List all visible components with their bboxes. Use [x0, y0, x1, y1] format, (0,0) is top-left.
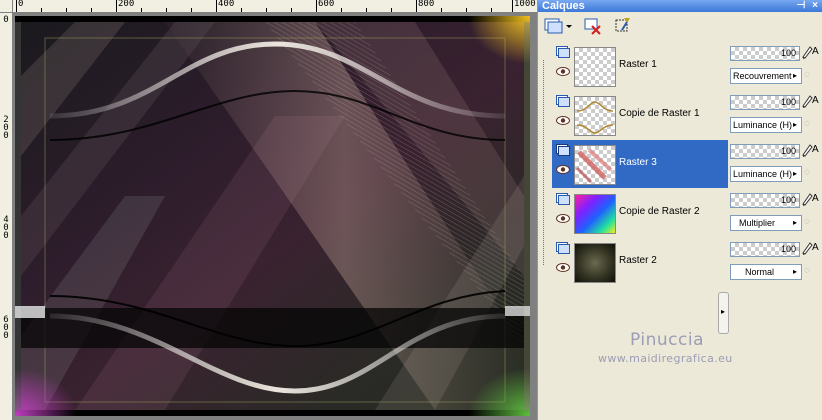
layer-name: Raster 2 [619, 255, 657, 266]
watermark: Pinuccia www.maidiregrafica.eu [588, 330, 788, 370]
layer-properties: 100 A Luminance (H) ▸ ◌ [728, 91, 822, 139]
blend-mode-select[interactable]: Recouvrement ▸ [730, 68, 802, 84]
layer-row[interactable]: Copie de Raster 2 [552, 189, 728, 237]
layer-type-icon [556, 193, 570, 205]
layer-row[interactable]: Raster 1 [552, 42, 728, 90]
ruler-top: 0 200 400 600 800 1000 [0, 0, 537, 13]
chevron-right-icon[interactable]: ▸ [790, 217, 800, 229]
layer-type-icon [556, 46, 570, 58]
mask-layer-button[interactable] [614, 16, 632, 36]
layer-type-icon [556, 242, 570, 254]
lock-icon[interactable]: A [812, 193, 819, 204]
watermark-url: www.maidiregrafica.eu [598, 352, 733, 365]
opacity-field[interactable]: 100 [730, 242, 800, 257]
layer-name: Raster 1 [619, 59, 657, 70]
image-canvas[interactable] [15, 16, 530, 416]
layer-name: Copie de Raster 2 [619, 206, 700, 217]
palette-title: Calques [542, 0, 585, 12]
blend-mode-value: Luminance (H) [733, 120, 793, 130]
watermark-name: Pinuccia [630, 330, 704, 350]
layer-list: Raster 1 Copie de Raster 1 Raster 3 Copi… [552, 42, 728, 292]
layer-thumbnail [574, 194, 616, 234]
layer-thumbnail [574, 47, 616, 87]
link-icon[interactable]: ◌ [804, 217, 814, 227]
wave-thumb-icon [576, 101, 614, 134]
link-icon[interactable]: ◌ [804, 266, 814, 276]
opacity-value: 100 [780, 146, 796, 156]
layer-properties: 100 A Recouvrement ▸ ◌ [728, 42, 822, 90]
palette-toolbar [538, 12, 822, 40]
eye-icon[interactable] [556, 165, 570, 174]
palette-title-bar[interactable]: Calques ⊣ × [538, 0, 822, 12]
layer-thumbnail [574, 96, 616, 136]
eye-icon[interactable] [556, 67, 570, 76]
ruler-left: 0 2 0 0 4 0 0 6 0 0 [0, 12, 13, 420]
layer-row-selected[interactable]: Raster 3 [552, 140, 728, 188]
layers-palette: Calques ⊣ × Raster 1 Copie de Raster 1 R… [537, 0, 822, 420]
ruler-corner [0, 0, 13, 13]
layer-row[interactable]: Raster 2 [552, 238, 728, 286]
layer-properties-column: 100 A Recouvrement ▸ ◌ 100 A Luminance (… [728, 42, 822, 292]
blend-mode-select[interactable]: Luminance (H) ▸ [730, 166, 802, 182]
blend-mode-select[interactable]: Luminance (H) ▸ [730, 117, 802, 133]
ruler-left-label: 0 [3, 15, 9, 25]
layer-properties: 100 A Luminance (H) ▸ ◌ [728, 140, 822, 188]
panel-splitter-handle[interactable]: ▸ [718, 292, 729, 334]
opacity-value: 100 [780, 48, 796, 58]
ruler-top-ticks [16, 0, 513, 12]
lock-icon[interactable]: A [812, 95, 819, 106]
eye-icon[interactable] [556, 263, 570, 272]
blend-mode-value: Multiplier [739, 218, 776, 228]
opacity-field[interactable]: 100 [730, 46, 800, 61]
layer-type-icon [556, 144, 570, 156]
chevron-right-icon[interactable]: ▸ [790, 70, 800, 82]
link-icon[interactable]: ◌ [804, 168, 814, 178]
layer-name: Copie de Raster 1 [619, 108, 700, 119]
chevron-right-icon[interactable]: ▸ [790, 119, 800, 131]
blend-mode-select[interactable]: Normal ▸ [730, 264, 802, 280]
opacity-value: 100 [780, 97, 796, 107]
new-layer-button[interactable] [544, 16, 572, 36]
layer-type-icon [556, 95, 570, 107]
blend-mode-select[interactable]: Multiplier ▸ [730, 215, 802, 231]
layer-row[interactable]: Copie de Raster 1 [552, 91, 728, 139]
ruler-left-label: 2 0 0 [3, 115, 9, 141]
layer-thumbnail [574, 145, 616, 185]
link-icon[interactable]: ◌ [804, 119, 814, 129]
pin-icon[interactable]: ⊣ [796, 0, 806, 12]
lock-icon[interactable]: A [812, 46, 819, 57]
ruler-left-label: 4 0 0 [3, 215, 9, 241]
brush-thumb-icon [575, 148, 613, 184]
layer-name: Raster 3 [619, 157, 657, 168]
opacity-field[interactable]: 100 [730, 95, 800, 110]
ruler-left-label: 6 0 0 [3, 315, 9, 341]
opacity-field[interactable]: 100 [730, 193, 800, 208]
blend-mode-value: Luminance (H) [733, 169, 793, 179]
link-icon[interactable]: ◌ [804, 70, 814, 80]
blend-mode-value: Recouvrement [733, 71, 792, 81]
opacity-value: 100 [780, 244, 796, 254]
chevron-right-icon: ▸ [721, 307, 726, 316]
opacity-field[interactable]: 100 [730, 144, 800, 159]
layer-properties: 100 A Normal ▸ ◌ [728, 238, 822, 286]
delete-layer-button[interactable] [584, 16, 602, 36]
chevron-right-icon[interactable]: ▸ [790, 266, 800, 278]
lock-icon[interactable]: A [812, 242, 819, 253]
blend-mode-value: Normal [745, 267, 775, 277]
close-icon[interactable]: × [810, 0, 820, 12]
layer-tree-line [543, 60, 545, 265]
chevron-right-icon[interactable]: ▸ [790, 168, 800, 180]
eye-icon[interactable] [556, 214, 570, 223]
opacity-value: 100 [780, 195, 796, 205]
eye-icon[interactable] [556, 116, 570, 125]
layer-thumbnail [574, 243, 616, 283]
layer-properties: 100 A Multiplier ▸ ◌ [728, 189, 822, 237]
lock-icon[interactable]: A [812, 144, 819, 155]
